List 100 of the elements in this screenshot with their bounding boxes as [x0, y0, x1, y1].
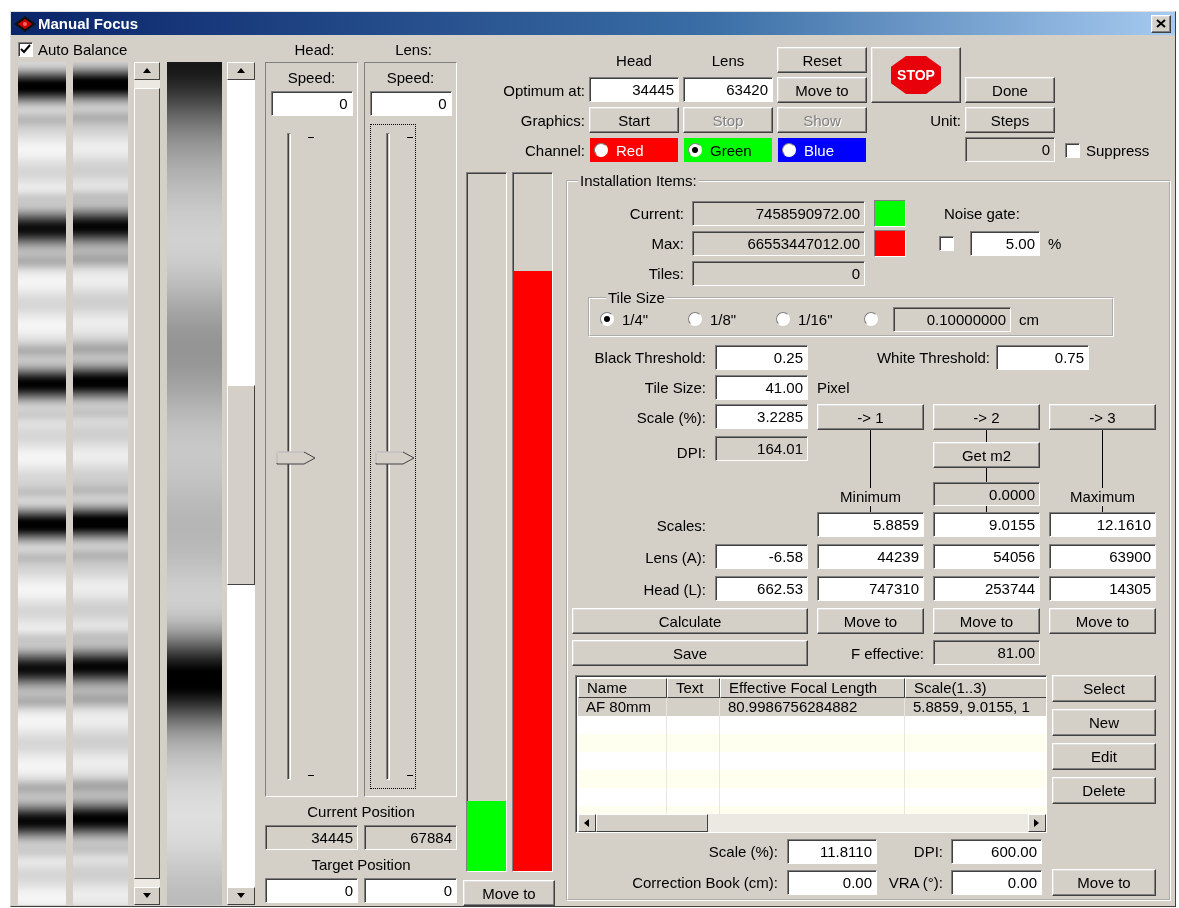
input-field[interactable]: -6.58 [715, 544, 808, 569]
table-cell: AF 80mm [578, 698, 667, 716]
checkbox[interactable] [18, 42, 33, 57]
input-field[interactable]: 12.1610 [1049, 512, 1156, 537]
table-row[interactable]: AF 80mm 80.9986756284882 5.8859, 9.0155, 1 [578, 698, 1046, 716]
column-header[interactable]: Name [578, 678, 667, 698]
leader-line [986, 468, 987, 482]
new-button[interactable]: New [1052, 709, 1156, 736]
field-label: Channel: [524, 141, 585, 159]
move-to-button[interactable]: Move to [1052, 869, 1156, 896]
move-to-button[interactable]: Move to [463, 880, 555, 906]
readout-field: 0.10000000 [893, 306, 1011, 332]
vertical-slider[interactable] [370, 124, 416, 789]
input-field[interactable]: 662.53 [715, 576, 808, 601]
readout-field: 0.0000 [933, 482, 1040, 506]
scrollbar[interactable] [227, 62, 255, 905]
field-label: Tiles: [647, 265, 684, 282]
calculate-button[interactable]: Calculate [572, 608, 808, 634]
field-label: Graphics: [520, 111, 585, 129]
input-field[interactable]: 600.00 [951, 839, 1042, 864]
readout-field: 67884 [364, 825, 457, 850]
field-label: Correction Book (cm): [631, 874, 778, 891]
save-button[interactable]: Save [572, 640, 808, 666]
close-button[interactable] [1151, 14, 1171, 33]
checkbox[interactable] [939, 236, 954, 251]
delete-button[interactable]: Delete [1052, 777, 1156, 804]
input-field[interactable]: 5.00 [970, 231, 1040, 256]
leader-line [870, 430, 871, 488]
input-field[interactable]: 63900 [1049, 544, 1156, 569]
slider-thumb[interactable] [375, 450, 415, 465]
move-to-button[interactable]: Move to [817, 608, 924, 634]
channel-option[interactable]: Blue [777, 137, 867, 163]
field-label: DPI: [676, 443, 706, 461]
radio-button[interactable] [776, 312, 790, 326]
field-label: Scale (%): [707, 843, 778, 860]
scroll-up-button[interactable] [227, 62, 255, 80]
radio-label: 1/8" [710, 310, 737, 328]
input-field[interactable]: 9.0155 [933, 512, 1040, 537]
checkbox[interactable] [1065, 142, 1080, 158]
scroll-left-button[interactable] [578, 814, 596, 832]
column-header[interactable]: Text [667, 678, 720, 698]
input-field[interactable]: 44239 [817, 544, 924, 569]
input-field[interactable]: 0 [270, 91, 353, 116]
radio-button[interactable] [688, 312, 702, 326]
scroll-thumb[interactable] [596, 814, 708, 832]
input-field[interactable]: 0.25 [715, 345, 808, 370]
field-label: Head (L): [643, 580, 706, 598]
section-label: Current Position [306, 802, 416, 822]
group-title: Tile Size [607, 289, 666, 306]
slot-button[interactable]: -> 2 [933, 404, 1040, 430]
slot-button[interactable]: -> 1 [817, 404, 924, 430]
field-label: F effective: [850, 644, 924, 662]
slot-button[interactable]: -> 3 [1049, 404, 1156, 430]
stop-button[interactable]: STOP [871, 47, 961, 103]
input-field[interactable]: 253744 [933, 576, 1040, 601]
graphics-button[interactable]: Start [589, 107, 679, 133]
input-field[interactable]: 0.00 [951, 870, 1042, 895]
radio-button[interactable] [864, 312, 878, 326]
slider-thumb[interactable] [276, 450, 316, 465]
input-field[interactable]: 0.75 [996, 345, 1089, 370]
channel-option[interactable]: Green [683, 137, 773, 163]
scroll-right-button[interactable] [1028, 814, 1046, 832]
input-field[interactable]: 0.00 [787, 870, 877, 895]
leader-line [986, 430, 987, 442]
radio-button[interactable] [600, 312, 614, 326]
move-to-button[interactable]: Move to [777, 77, 867, 103]
input-field[interactable]: 63420 [683, 77, 773, 102]
scroll-thumb[interactable] [227, 385, 255, 585]
input-field[interactable]: 0 [364, 878, 457, 903]
scroll-up-button[interactable] [134, 62, 160, 80]
input-field[interactable]: 3.2285 [715, 404, 808, 429]
input-field[interactable]: 41.00 [715, 375, 808, 400]
input-field[interactable]: 54056 [933, 544, 1040, 569]
scrollbar[interactable] [578, 814, 1046, 832]
edit-button[interactable]: Edit [1052, 743, 1156, 770]
field-label: DPI: [912, 843, 943, 860]
move-to-button[interactable]: Move to [933, 608, 1040, 634]
scroll-down-button[interactable] [227, 887, 255, 905]
move-to-button[interactable]: Move to [1049, 608, 1156, 634]
channel-option[interactable]: Red [589, 137, 679, 163]
group-title: Installation Items: [579, 172, 698, 189]
input-field[interactable]: 747310 [817, 576, 924, 601]
column-label: Maximum [1070, 488, 1135, 506]
leader-line [1102, 430, 1103, 488]
input-field[interactable]: 0 [369, 91, 452, 116]
input-field[interactable]: 5.8859 [817, 512, 924, 537]
input-field[interactable]: 0 [265, 878, 358, 903]
input-field[interactable]: 14305 [1049, 576, 1156, 601]
column-header[interactable]: Scale(1..3) [905, 678, 1046, 698]
select-button[interactable]: Select [1052, 675, 1156, 702]
input-field[interactable]: 34445 [589, 77, 679, 102]
get-m2-button[interactable]: Get m2 [933, 442, 1040, 468]
reset-button[interactable]: Reset [777, 47, 867, 73]
readout-field: 34445 [265, 825, 358, 850]
unit-button[interactable]: Steps [965, 107, 1055, 133]
input-field[interactable]: 11.8110 [787, 839, 877, 864]
column-header[interactable]: Effective Focal Length [720, 678, 905, 698]
scroll-down-button[interactable] [134, 887, 160, 905]
done-button[interactable]: Done [965, 77, 1055, 103]
column-label: Lens [711, 51, 745, 69]
